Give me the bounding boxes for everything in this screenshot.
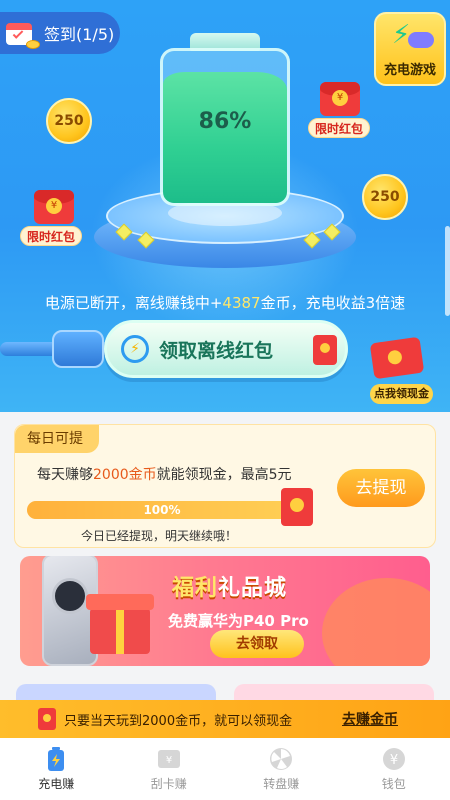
scratch-card-icon: ¥ — [157, 747, 181, 771]
banner-subtitle: 免费赢华为P40 Pro — [168, 612, 309, 630]
banner-title-gold: 福利 — [172, 576, 219, 601]
claim-offline-envelope-button[interactable]: ⚡ 领取离线红包 — [104, 320, 348, 378]
svg-text:¥: ¥ — [390, 753, 398, 768]
limited-envelope[interactable]: ¥ — [320, 82, 360, 116]
envelope-icon — [38, 708, 56, 730]
daily-progress-label: 100% — [143, 503, 181, 517]
charging-icon: ⚡ — [121, 335, 149, 363]
tab-wheel-earn[interactable]: 转盘赚 — [225, 738, 338, 800]
offline-text-after: 金币，充电收益3倍速 — [260, 294, 406, 312]
daily-progress-bar: 100% — [27, 501, 297, 519]
tab-wallet[interactable]: ¥ 钱包 — [338, 738, 450, 800]
cash-envelope-label[interactable]: 点我领现金 — [370, 384, 433, 404]
daily-status-text: 今日已经提现，明天继续哦！ — [81, 529, 238, 543]
yuan-icon: ¥ — [46, 198, 62, 214]
tab-scratch-earn[interactable]: ¥ 刮卡赚 — [113, 738, 226, 800]
wallet-icon: ¥ — [382, 747, 406, 771]
charge-game-button[interactable]: ⚡ 充电游戏 — [374, 12, 446, 86]
coin-value: 250 — [370, 189, 400, 205]
plug-icon — [52, 330, 104, 368]
daily-tag: 每日可提 — [15, 425, 99, 453]
offline-amount: 4387 — [222, 294, 261, 312]
offline-text-before: 电源已断开，离线赚钱中+ — [44, 294, 223, 312]
tab-label: 转盘赚 — [263, 776, 300, 791]
calendar-icon — [6, 19, 40, 49]
banner-decoration — [322, 578, 430, 666]
gift-mall-banner[interactable]: 福利礼品城 免费赢华为P40 Pro 去领取 — [20, 556, 430, 666]
banner-claim-button[interactable]: 去领取 — [210, 630, 304, 658]
banner-title: 福利礼品城 — [172, 570, 287, 602]
tab-charge-earn[interactable]: 充电赚 — [0, 738, 113, 800]
wheel-icon — [269, 747, 293, 771]
withdraw-button[interactable]: 去提现 — [337, 469, 425, 507]
envelope-icon — [313, 335, 337, 365]
camera-module — [52, 578, 88, 614]
notice-text: 只要当天玩到2000金币，就可以领现金 — [64, 713, 293, 729]
coin-value: 250 — [54, 113, 84, 129]
limited-envelope-label: 限时红包 — [20, 226, 83, 246]
offline-earning-text: 电源已断开，离线赚钱中+4387金币，充电收益3倍速 — [0, 292, 450, 313]
tab-label: 刮卡赚 — [150, 776, 187, 791]
coin-bubble[interactable]: 250 — [46, 98, 92, 144]
signin-label: 签到(1/5) — [44, 25, 115, 44]
tab-label: 充电赚 — [38, 776, 75, 791]
battery: 86% — [160, 48, 290, 206]
earn-coins-link[interactable]: 去赚金币 — [342, 709, 398, 729]
charge-game-label: 充电游戏 — [383, 63, 436, 78]
cash-envelope-icon[interactable] — [369, 336, 425, 380]
battery-fill — [163, 72, 287, 203]
bolt-icon: ⚡ — [392, 20, 411, 50]
daily-rule-text: 每天赚够2000金币就能领现金，最高5元 — [37, 464, 292, 484]
envelope-icon — [281, 488, 313, 526]
daily-line-after: 就能领现金，最高5元 — [156, 467, 292, 483]
claim-offline-label: 领取离线红包 — [159, 339, 274, 362]
notice-bar: 只要当天玩到2000金币，就可以领现金 去赚金币 — [0, 700, 450, 738]
tab-label: 钱包 — [381, 776, 406, 791]
daily-withdraw-card: 每日可提 每天赚够2000金币就能领现金，最高5元 100% 今日已经提现，明天… — [14, 424, 436, 548]
svg-text:¥: ¥ — [166, 755, 172, 766]
scrollbar[interactable] — [445, 226, 450, 316]
daily-line-before: 每天赚够 — [37, 467, 93, 483]
battery-percent: 86% — [198, 109, 252, 134]
yuan-icon: ¥ — [332, 90, 348, 106]
limited-envelope[interactable]: ¥ — [34, 190, 74, 224]
battery-icon — [44, 746, 68, 771]
bottom-tab-bar: 充电赚 ¥ 刮卡赚 转盘赚 ¥ 钱包 — [0, 738, 450, 800]
gamepad-icon — [408, 32, 434, 48]
gift-box-icon — [86, 594, 154, 654]
limited-envelope-label: 限时红包 — [308, 118, 371, 138]
signin-button[interactable]: 签到(1/5) — [0, 12, 120, 54]
daily-line-highlight: 2000金币 — [93, 467, 157, 483]
hero-section: 签到(1/5) ⚡ 充电游戏 86% 250 250 ¥ 限时红包 ¥ 限时红包… — [0, 0, 450, 412]
banner-title-white: 礼品城 — [218, 576, 288, 601]
coin-bubble[interactable]: 250 — [362, 174, 408, 220]
